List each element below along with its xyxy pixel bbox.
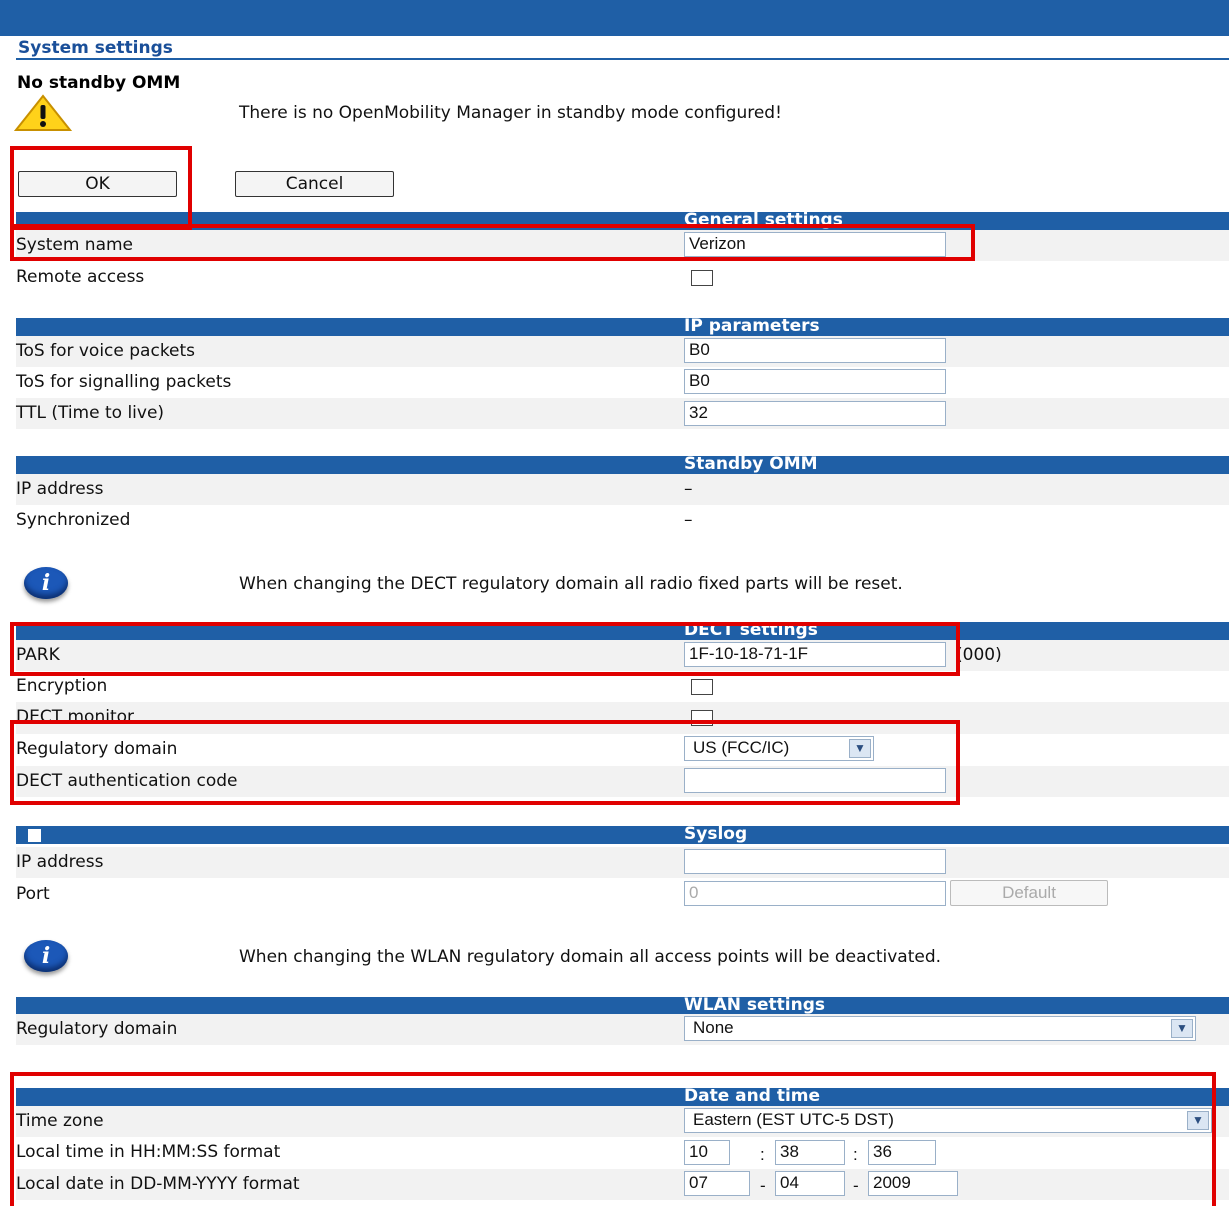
park-suffix: (000) (956, 645, 1002, 665)
second-input[interactable]: 36 (868, 1140, 936, 1165)
standby-sync-label: Synchronized (16, 510, 131, 530)
timezone-select[interactable]: Eastern (EST UTC-5 DST) ▼ (684, 1108, 1212, 1133)
tos-voice-input[interactable]: B0 (684, 338, 946, 363)
tos-signalling-input[interactable]: B0 (684, 369, 946, 394)
dect-regdomain-label: Regulatory domain (16, 739, 178, 759)
wlan-regdomain-value: None (693, 1018, 734, 1037)
info-icon: i (24, 567, 68, 599)
syslog-port-label: Port (16, 884, 50, 904)
syslog-default-button[interactable]: Default (950, 880, 1108, 906)
time-separator: : (760, 1145, 765, 1164)
park-input[interactable]: 1F-10-18-71-1F (684, 642, 946, 667)
syslog-title: Syslog (684, 826, 748, 844)
chevron-down-icon: ▼ (849, 739, 871, 758)
syslog-port-input[interactable]: 0 (684, 881, 946, 906)
syslog-ip-label: IP address (16, 852, 104, 872)
remote-access-label: Remote access (16, 267, 145, 287)
encryption-checkbox[interactable] (691, 679, 713, 695)
syslog-ip-row: IP address (16, 847, 1229, 878)
day-input[interactable]: 07 (684, 1171, 750, 1196)
dect-monitor-checkbox[interactable] (691, 710, 713, 726)
page-title: System settings (18, 38, 173, 58)
ip-parameters-title: IP parameters (684, 318, 820, 336)
local-time-row: Local time in HH:MM:SS format (16, 1137, 1229, 1168)
tos-voice-row: ToS for voice packets (16, 336, 1229, 367)
wlan-info-message: When changing the WLAN regulatory domain… (239, 947, 942, 967)
tos-signalling-row: ToS for signalling packets (16, 367, 1229, 398)
encryption-label: Encryption (16, 676, 108, 696)
wlan-regdomain-select[interactable]: None ▼ (684, 1016, 1196, 1041)
month-input[interactable]: 04 (775, 1171, 845, 1196)
timezone-value: Eastern (EST UTC-5 DST) (693, 1110, 894, 1129)
system-name-label: System name (16, 235, 134, 255)
standby-omm-title: Standby OMM (684, 456, 818, 474)
dect-regdomain-value: US (FCC/IC) (693, 738, 790, 757)
standby-omm-header: Standby OMM (16, 456, 1229, 474)
ttl-label: TTL (Time to live) (16, 403, 165, 423)
tos-signalling-label: ToS for signalling packets (16, 372, 232, 392)
timezone-label: Time zone (16, 1111, 104, 1131)
title-divider (16, 58, 1229, 60)
local-date-label: Local date in DD-MM-YYYY format (16, 1174, 300, 1194)
syslog-header: Syslog (16, 826, 1229, 844)
system-name-input[interactable]: Verizon (684, 232, 946, 257)
warning-icon (14, 94, 72, 131)
remote-access-row: Remote access (16, 262, 1229, 293)
chevron-down-icon: ▼ (1187, 1111, 1209, 1130)
dect-regdomain-select[interactable]: US (FCC/IC) ▼ (684, 736, 874, 761)
warning-message: There is no OpenMobility Manager in stan… (239, 103, 782, 123)
wlan-settings-title: WLAN settings (684, 997, 826, 1015)
dect-monitor-label: DECT monitor (16, 707, 135, 727)
standby-ip-value: – (684, 479, 693, 499)
general-settings-header: General settings (16, 212, 1229, 230)
ttl-row: TTL (Time to live) (16, 398, 1229, 429)
system-name-row: System name (16, 230, 1229, 261)
dect-auth-row: DECT authentication code (16, 766, 1229, 797)
ok-button[interactable]: OK (18, 171, 177, 197)
ip-parameters-header: IP parameters (16, 318, 1229, 336)
local-time-label: Local time in HH:MM:SS format (16, 1142, 281, 1162)
standby-ip-row: IP address – (16, 474, 1229, 505)
year-input[interactable]: 2009 (868, 1171, 958, 1196)
dect-monitor-row: DECT monitor (16, 702, 1229, 734)
dect-info-message: When changing the DECT regulatory domain… (239, 574, 903, 594)
encryption-row: Encryption (16, 671, 1229, 702)
standby-sync-value: – (684, 510, 693, 530)
date-separator: - (760, 1176, 766, 1195)
minute-input[interactable]: 38 (775, 1140, 845, 1165)
time-separator: : (853, 1145, 858, 1164)
park-row: PARK (000) (16, 640, 1229, 671)
date-time-header: Date and time (16, 1088, 1229, 1106)
dect-settings-header: DECT settings (16, 622, 1229, 640)
date-separator: - (853, 1176, 859, 1195)
dect-auth-input[interactable] (684, 768, 946, 793)
remote-access-checkbox[interactable] (691, 270, 713, 286)
park-label: PARK (16, 645, 60, 665)
standby-sync-row: Synchronized – (16, 505, 1229, 536)
hour-input[interactable]: 10 (684, 1140, 730, 1165)
syslog-enable-checkbox[interactable] (28, 829, 41, 842)
cancel-button[interactable]: Cancel (235, 171, 394, 197)
chevron-down-icon: ▼ (1171, 1019, 1193, 1038)
general-settings-title: General settings (684, 212, 843, 230)
syslog-ip-input[interactable] (684, 849, 946, 874)
dect-settings-title: DECT settings (684, 622, 818, 640)
ttl-input[interactable]: 32 (684, 401, 946, 426)
wlan-regdomain-label: Regulatory domain (16, 1019, 178, 1039)
standby-ip-label: IP address (16, 479, 104, 499)
dect-auth-label: DECT authentication code (16, 771, 238, 791)
warning-title: No standby OMM (17, 73, 181, 93)
top-banner (0, 0, 1229, 36)
local-date-row: Local date in DD-MM-YYYY format (16, 1169, 1229, 1200)
wlan-settings-header: WLAN settings (16, 997, 1229, 1015)
dect-regdomain-row: Regulatory domain (16, 734, 1229, 765)
tos-voice-label: ToS for voice packets (16, 341, 196, 361)
date-time-title: Date and time (684, 1088, 821, 1106)
info-icon: i (24, 940, 68, 972)
